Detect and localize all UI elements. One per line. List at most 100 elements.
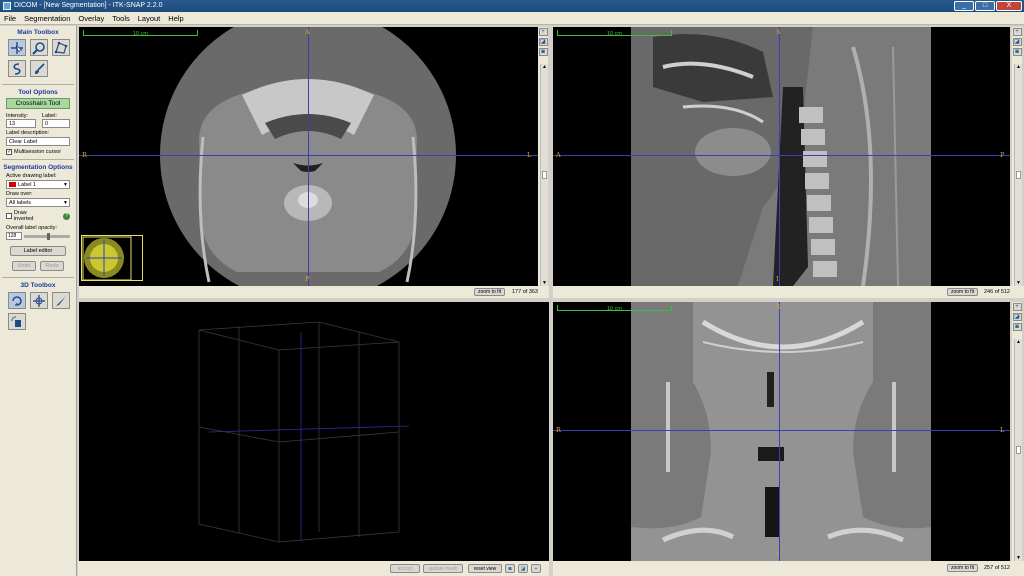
camera-icon[interactable]: ◙ (538, 48, 548, 56)
scroll-thumb[interactable] (542, 171, 547, 179)
intensity-field: 13 (6, 119, 36, 128)
camera-icon[interactable]: ◙ (1012, 48, 1022, 56)
layout-icon[interactable]: ◪ (1012, 38, 1022, 46)
chevron-down-icon: ▼ (63, 200, 68, 206)
app-icon (3, 2, 11, 10)
thumbnail-overview[interactable] (81, 235, 143, 281)
orientation-bottom: I (776, 550, 779, 558)
orientation-left: A (556, 151, 561, 159)
rotate-3d-tool-icon[interactable] (8, 292, 26, 309)
menu-file[interactable]: File (0, 12, 20, 24)
multisession-cursor-label: Multisession cursor (14, 149, 62, 155)
overall-opacity-label: Overall label opacity: (6, 225, 58, 231)
orientation-top: S (776, 28, 781, 36)
layout-icon[interactable]: ◪ (518, 564, 528, 573)
crosshair-horizontal (553, 430, 1010, 431)
coronal-view[interactable]: 10 cm S I R L (553, 302, 1010, 561)
tool-options-title: Tool Options (18, 89, 58, 96)
main-toolbox-title: Main Toolbox (17, 29, 59, 36)
camera-icon[interactable]: ◙ (1012, 323, 1022, 331)
scroll-up-arrow[interactable]: ▲ (1015, 64, 1022, 70)
help-icon[interactable]: ? (63, 212, 71, 220)
undo-button[interactable]: Undo (12, 261, 36, 271)
expand-view-icon[interactable]: + (531, 564, 541, 573)
zoom-tool-icon[interactable] (30, 39, 48, 56)
paintbrush-tool-icon[interactable] (30, 60, 48, 77)
update-mesh-button[interactable]: update mesh (423, 564, 463, 573)
label-color-swatch (9, 182, 16, 188)
active-drawing-label-select[interactable]: Label 1 ▼ (6, 180, 70, 189)
zoom-to-fit-button[interactable]: zoom to fit (947, 288, 979, 296)
orientation-left: R (82, 151, 87, 159)
draw-over-label: Draw over: (6, 191, 33, 197)
zoom-to-fit-button[interactable]: zoom to fit (474, 288, 506, 296)
scroll-thumb[interactable] (1016, 446, 1021, 454)
expand-view-icon[interactable]: + (1012, 28, 1022, 36)
3d-view[interactable] (79, 302, 549, 561)
opacity-thumb[interactable] (47, 232, 50, 240)
3d-toolbox (0, 289, 76, 333)
opacity-track[interactable] (24, 232, 70, 240)
layout-icon[interactable]: ◪ (1012, 313, 1022, 321)
crosshair-3d-tool-icon[interactable] (30, 292, 48, 309)
layout-icon[interactable]: ◪ (538, 38, 548, 46)
minimize-button[interactable]: _ (954, 1, 974, 11)
draw-inverted-checkbox[interactable]: Draw inverted ? (6, 210, 71, 222)
3d-toolbox-title: 3D Toolbox (20, 282, 56, 289)
coronal-ct-image (631, 302, 931, 561)
accept-button[interactable]: accept (390, 564, 420, 573)
axial-status-bar: zoom to fit 177 of 363 (79, 286, 549, 298)
label-field: 0 (42, 119, 70, 128)
menu-segmentation[interactable]: Segmentation (20, 12, 74, 24)
zoom-to-fit-button[interactable]: zoom to fit (947, 564, 979, 572)
expand-view-icon[interactable]: + (538, 28, 548, 36)
menu-bar: File Segmentation Overlay Tools Layout H… (0, 12, 1024, 25)
snake-tool-icon[interactable] (8, 60, 26, 77)
active-drawing-label-label: Active drawing label: (6, 173, 57, 179)
scale-ruler-label: 10 cm (607, 306, 622, 312)
expand-view-icon[interactable]: + (1012, 303, 1022, 311)
axial-view[interactable]: 10 cm A P R L (79, 27, 538, 286)
checkbox-icon (6, 213, 12, 219)
slice-indicator: 246 of 512 (984, 289, 1010, 295)
reset-view-button[interactable]: reset view (468, 564, 502, 573)
label-editor-button[interactable]: Label editor (10, 246, 66, 256)
multisession-cursor-checkbox[interactable]: ✓ Multisession cursor (6, 149, 70, 155)
crosshairs-tool-icon[interactable] (8, 39, 26, 56)
sagittal-slice-scrollbar[interactable]: ▲ ▼ (1014, 64, 1022, 286)
close-button[interactable]: X (996, 1, 1022, 11)
crosshair-vertical (779, 27, 780, 286)
orientation-bottom: P (305, 275, 310, 283)
sagittal-view[interactable]: 10 cm S I A P (553, 27, 1010, 286)
orientation-left: R (556, 426, 561, 434)
draw-over-select[interactable]: All labels ▼ (6, 198, 70, 207)
orientation-top: S (776, 303, 781, 311)
menu-tools[interactable]: Tools (108, 12, 134, 24)
orientation-right: L (527, 151, 532, 159)
opacity-slider[interactable]: 128 (6, 232, 70, 240)
spray-tool-icon[interactable] (8, 313, 26, 330)
redo-button[interactable]: Redo (40, 261, 64, 271)
menu-help[interactable]: Help (164, 12, 187, 24)
scalpel-tool-icon[interactable] (52, 292, 70, 309)
coronal-slice-scrollbar[interactable]: ▲ ▼ (1014, 339, 1022, 561)
scroll-up-arrow[interactable]: ▲ (541, 64, 548, 70)
orientation-right: P (1000, 151, 1005, 159)
scroll-thumb[interactable] (1016, 171, 1021, 179)
chevron-down-icon: ▼ (63, 182, 68, 188)
opacity-value[interactable]: 128 (6, 232, 22, 240)
polygon-tool-icon[interactable] (52, 39, 70, 56)
crosshair-vertical (308, 27, 309, 286)
maximize-button[interactable]: □ (975, 1, 995, 11)
window-title: DICOM - [New Segmentation] - ITK-SNAP 2.… (14, 2, 163, 9)
menu-layout[interactable]: Layout (134, 12, 165, 24)
crosshair-horizontal (553, 155, 1010, 156)
slice-indicator: 177 of 363 (512, 289, 538, 295)
active-tool-name: Crosshairs Tool (6, 98, 70, 109)
menu-overlay[interactable]: Overlay (74, 12, 108, 24)
axial-slice-scrollbar[interactable]: ▲ ▼ (540, 64, 548, 286)
checkmark-icon: ✓ (6, 149, 12, 155)
main-toolbox (0, 36, 76, 80)
scroll-up-arrow[interactable]: ▲ (1015, 339, 1022, 345)
camera-icon[interactable]: ◙ (505, 564, 515, 573)
